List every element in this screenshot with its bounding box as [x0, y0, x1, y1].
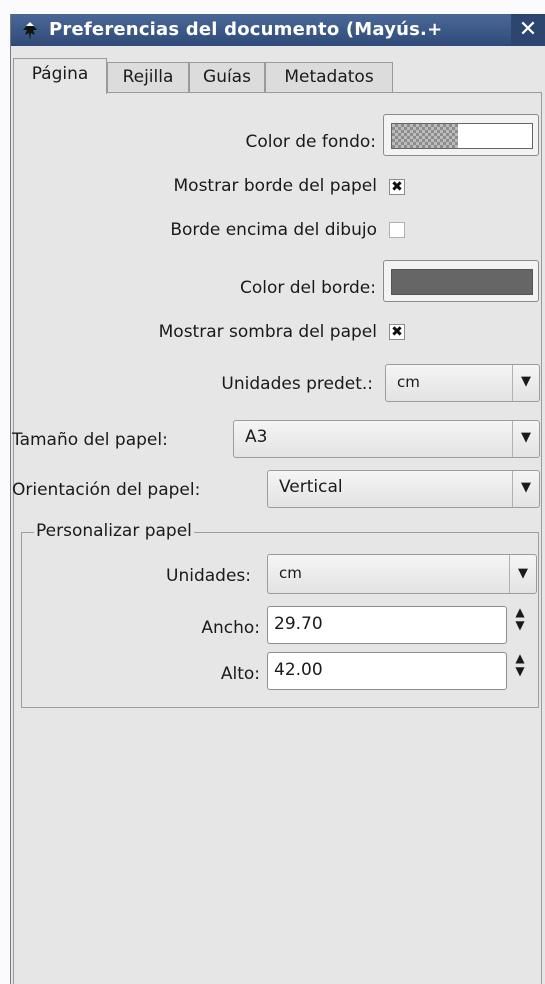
- tab-rejilla[interactable]: Rejilla: [107, 62, 189, 92]
- show-border-checkbox[interactable]: ✖: [389, 179, 405, 195]
- default-units-value: cm: [397, 373, 420, 391]
- spin-down-icon[interactable]: ▼: [509, 619, 531, 632]
- window-title: Preferencias del documento (Mayús.+: [49, 19, 443, 40]
- paper-size-dropdown[interactable]: A3 ▼: [233, 420, 540, 458]
- width-spinner[interactable]: ▲ ▼: [509, 606, 531, 646]
- tab-pagina[interactable]: Página: [13, 58, 107, 94]
- border-color-swatch: [391, 269, 533, 295]
- bg-color-button[interactable]: [383, 114, 539, 156]
- paper-size-label: Tamaño del papel:: [12, 430, 168, 450]
- border-on-top-label: Borde encima del dibujo: [170, 220, 377, 240]
- spin-down-icon[interactable]: ▼: [509, 665, 531, 678]
- custom-paper-legend: Personalizar papel: [34, 521, 194, 541]
- border-color-label: Color del borde:: [239, 278, 376, 298]
- chevron-down-icon: ▼: [512, 471, 539, 507]
- default-units-dropdown[interactable]: cm ▼: [385, 364, 540, 402]
- border-color-button[interactable]: [383, 260, 539, 302]
- bg-color-label: Color de fondo:: [245, 132, 376, 152]
- orientation-dropdown[interactable]: Vertical ▼: [267, 470, 540, 508]
- height-spinner[interactable]: ▲ ▼: [509, 652, 531, 692]
- show-shadow-label: Mostrar sombra del papel: [158, 322, 377, 342]
- default-units-label: Unidades predet.:: [221, 374, 373, 394]
- border-on-top-checkbox[interactable]: [389, 222, 405, 238]
- title-bar[interactable]: Preferencias del documento (Mayús.+ ✕: [11, 14, 545, 46]
- custom-units-label: Unidades:: [166, 566, 251, 586]
- custom-units-value: cm: [279, 564, 302, 582]
- chevron-down-icon: ▼: [512, 421, 539, 457]
- custom-units-dropdown[interactable]: cm ▼: [267, 554, 537, 594]
- height-input[interactable]: 42.00: [267, 652, 507, 690]
- show-shadow-checkbox[interactable]: ✖: [389, 324, 405, 340]
- document-preferences-window: Preferencias del documento (Mayús.+ ✕ Pá…: [10, 14, 545, 984]
- height-label: Alto:: [220, 664, 260, 684]
- chevron-down-icon: ▼: [512, 365, 539, 401]
- orientation-label: Orientación del papel:: [12, 480, 201, 500]
- tab-metadatos[interactable]: Metadatos: [265, 62, 393, 92]
- close-icon[interactable]: ✕: [511, 14, 545, 46]
- tab-guias[interactable]: Guías: [189, 62, 265, 92]
- width-label: Ancho:: [201, 618, 260, 638]
- bg-color-swatch: [391, 123, 533, 149]
- paper-size-value: A3: [245, 427, 268, 447]
- inkscape-icon: [23, 22, 37, 40]
- show-border-label: Mostrar borde del papel: [173, 176, 378, 196]
- chevron-down-icon: ▼: [509, 555, 536, 593]
- width-input[interactable]: 29.70: [267, 606, 507, 644]
- orientation-value: Vertical: [279, 477, 343, 497]
